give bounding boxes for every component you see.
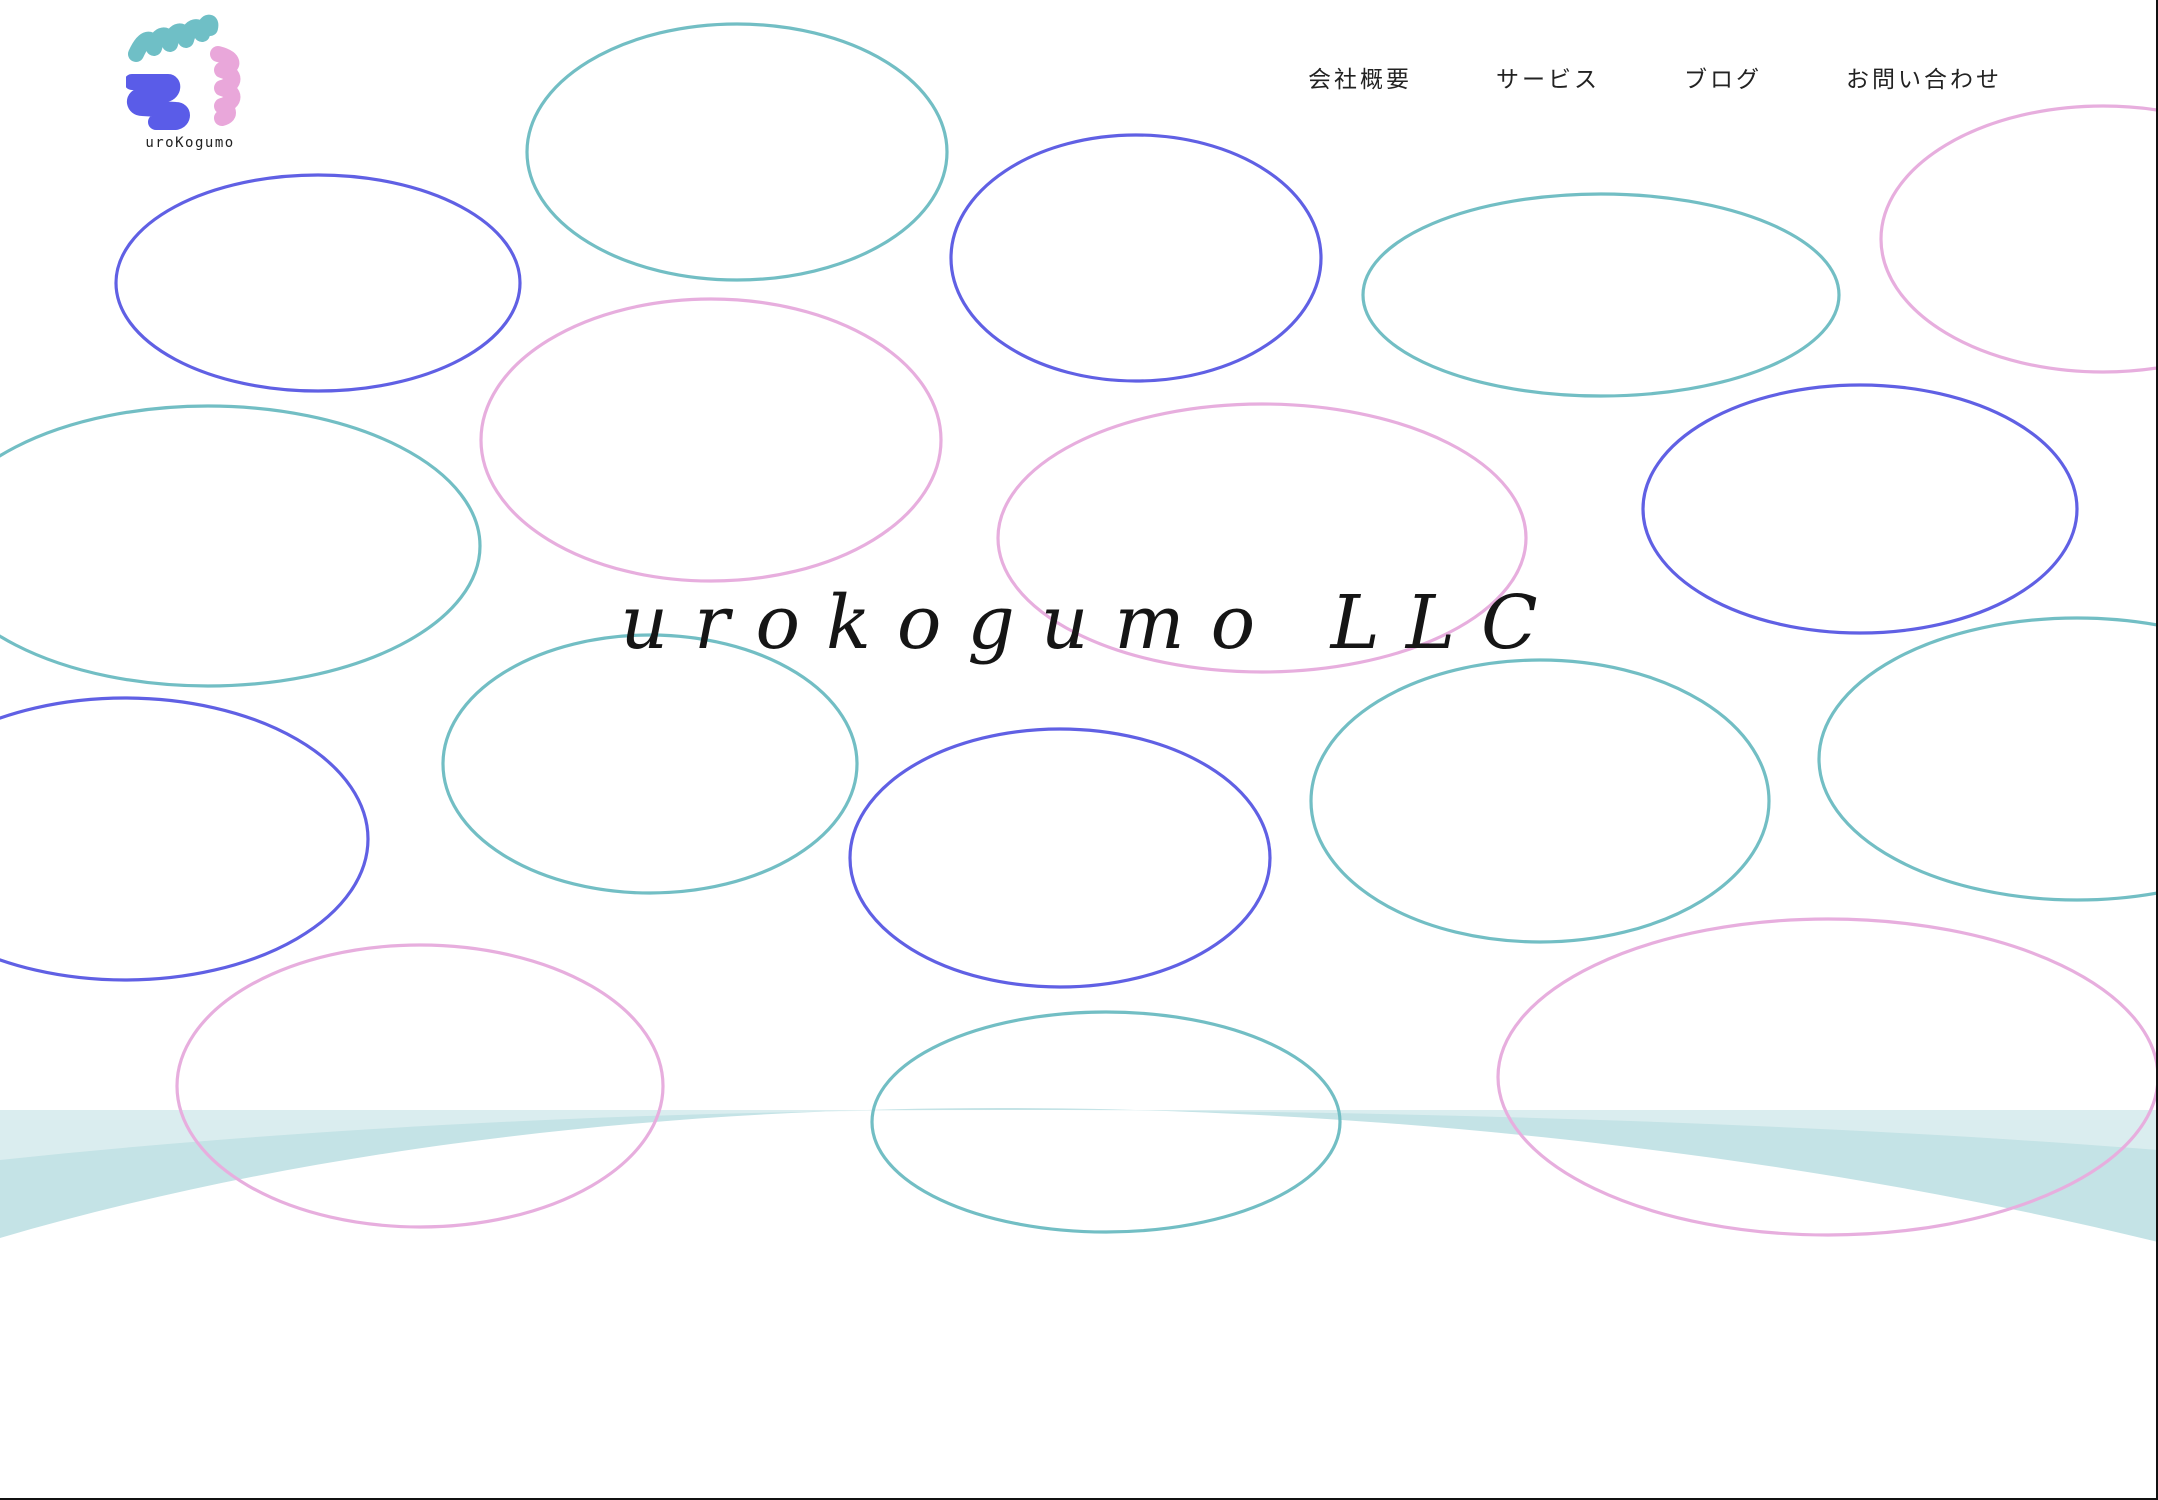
ring <box>175 943 665 1229</box>
logo-link[interactable]: uroKogumo <box>126 14 246 154</box>
hero-title: urokogumo LLC <box>620 580 1564 666</box>
ring <box>441 633 859 895</box>
nav-item-service[interactable]: サービス <box>1496 60 1600 94</box>
ring <box>1879 104 2156 374</box>
ring <box>1361 192 1841 398</box>
hero-background <box>0 22 2156 1242</box>
cloud-scales-logo-icon <box>126 14 241 130</box>
logo-text: uroKogumo <box>145 135 235 151</box>
ring <box>114 173 522 393</box>
ring <box>949 133 1323 383</box>
nav-item-contact[interactable]: お問い合わせ <box>1846 60 2002 94</box>
nav-item-blog[interactable]: ブログ <box>1684 60 1762 94</box>
ring <box>0 696 370 982</box>
ring <box>479 297 943 583</box>
ring <box>848 727 1272 989</box>
ring <box>870 1010 1342 1234</box>
page: uroKogumo 会社概要 サービス ブログ お問い合わせ urokogumo… <box>0 0 2158 1500</box>
main-nav: 会社概要 サービス ブログ お問い合わせ <box>1308 60 2002 94</box>
ring <box>1309 658 1771 944</box>
nav-item-company[interactable]: 会社概要 <box>1308 60 1412 94</box>
ring <box>525 22 949 282</box>
